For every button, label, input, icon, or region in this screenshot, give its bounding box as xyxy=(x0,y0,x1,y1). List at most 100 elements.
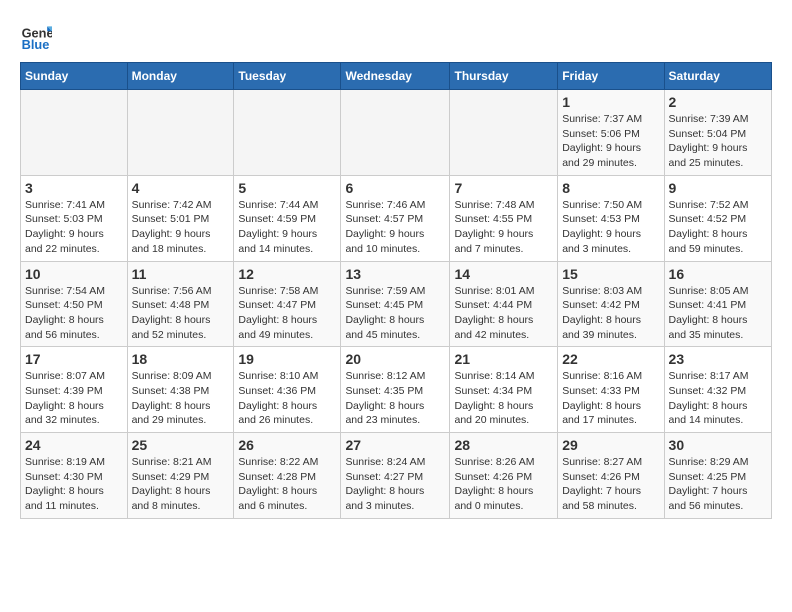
day-header-wednesday: Wednesday xyxy=(341,63,450,90)
day-number: 14 xyxy=(454,266,553,282)
day-header-monday: Monday xyxy=(127,63,234,90)
day-number: 22 xyxy=(562,351,659,367)
day-info: Sunrise: 7:44 AM Sunset: 4:59 PM Dayligh… xyxy=(238,198,336,257)
day-number: 9 xyxy=(669,180,767,196)
calendar-cell: 12 Sunrise: 7:58 AM Sunset: 4:47 PM Dayli… xyxy=(234,261,341,347)
day-number: 21 xyxy=(454,351,553,367)
day-info: Sunrise: 7:50 AM Sunset: 4:53 PM Dayligh… xyxy=(562,198,659,257)
day-header-sunday: Sunday xyxy=(21,63,128,90)
day-number: 8 xyxy=(562,180,659,196)
day-number: 11 xyxy=(132,266,230,282)
calendar-cell: 17 Sunrise: 8:07 AM Sunset: 4:39 PM Dayli… xyxy=(21,347,128,433)
day-header-thursday: Thursday xyxy=(450,63,558,90)
day-number: 29 xyxy=(562,437,659,453)
calendar-cell: 30 Sunrise: 8:29 AM Sunset: 4:25 PM Dayli… xyxy=(664,433,771,519)
day-header-tuesday: Tuesday xyxy=(234,63,341,90)
day-info: Sunrise: 7:52 AM Sunset: 4:52 PM Dayligh… xyxy=(669,198,767,257)
calendar-week-row: 10 Sunrise: 7:54 AM Sunset: 4:50 PM Dayli… xyxy=(21,261,772,347)
day-info: Sunrise: 8:29 AM Sunset: 4:25 PM Dayligh… xyxy=(669,455,767,514)
day-number: 6 xyxy=(345,180,445,196)
calendar-cell: 28 Sunrise: 8:26 AM Sunset: 4:26 PM Dayli… xyxy=(450,433,558,519)
day-info: Sunrise: 7:42 AM Sunset: 5:01 PM Dayligh… xyxy=(132,198,230,257)
day-number: 7 xyxy=(454,180,553,196)
day-number: 27 xyxy=(345,437,445,453)
day-info: Sunrise: 7:58 AM Sunset: 4:47 PM Dayligh… xyxy=(238,284,336,343)
day-number: 3 xyxy=(25,180,123,196)
day-info: Sunrise: 8:01 AM Sunset: 4:44 PM Dayligh… xyxy=(454,284,553,343)
day-info: Sunrise: 8:07 AM Sunset: 4:39 PM Dayligh… xyxy=(25,369,123,428)
day-info: Sunrise: 8:16 AM Sunset: 4:33 PM Dayligh… xyxy=(562,369,659,428)
day-info: Sunrise: 8:19 AM Sunset: 4:30 PM Dayligh… xyxy=(25,455,123,514)
logo: General Blue xyxy=(20,20,56,52)
day-info: Sunrise: 8:14 AM Sunset: 4:34 PM Dayligh… xyxy=(454,369,553,428)
day-info: Sunrise: 8:17 AM Sunset: 4:32 PM Dayligh… xyxy=(669,369,767,428)
day-info: Sunrise: 7:41 AM Sunset: 5:03 PM Dayligh… xyxy=(25,198,123,257)
calendar-cell: 15 Sunrise: 8:03 AM Sunset: 4:42 PM Dayli… xyxy=(558,261,664,347)
day-info: Sunrise: 8:27 AM Sunset: 4:26 PM Dayligh… xyxy=(562,455,659,514)
calendar-cell: 16 Sunrise: 8:05 AM Sunset: 4:41 PM Dayli… xyxy=(664,261,771,347)
day-number: 20 xyxy=(345,351,445,367)
calendar-cell: 18 Sunrise: 8:09 AM Sunset: 4:38 PM Dayli… xyxy=(127,347,234,433)
calendar-cell: 22 Sunrise: 8:16 AM Sunset: 4:33 PM Dayli… xyxy=(558,347,664,433)
day-number: 5 xyxy=(238,180,336,196)
calendar-cell: 25 Sunrise: 8:21 AM Sunset: 4:29 PM Dayli… xyxy=(127,433,234,519)
calendar-week-row: 17 Sunrise: 8:07 AM Sunset: 4:39 PM Dayli… xyxy=(21,347,772,433)
logo-icon: General Blue xyxy=(20,20,52,52)
calendar-week-row: 3 Sunrise: 7:41 AM Sunset: 5:03 PM Daylig… xyxy=(21,175,772,261)
calendar-cell xyxy=(341,90,450,176)
day-number: 2 xyxy=(669,94,767,110)
calendar-cell: 21 Sunrise: 8:14 AM Sunset: 4:34 PM Dayli… xyxy=(450,347,558,433)
day-number: 12 xyxy=(238,266,336,282)
calendar-cell: 11 Sunrise: 7:56 AM Sunset: 4:48 PM Dayli… xyxy=(127,261,234,347)
day-info: Sunrise: 7:39 AM Sunset: 5:04 PM Dayligh… xyxy=(669,112,767,171)
day-number: 30 xyxy=(669,437,767,453)
day-number: 25 xyxy=(132,437,230,453)
day-number: 1 xyxy=(562,94,659,110)
day-info: Sunrise: 8:12 AM Sunset: 4:35 PM Dayligh… xyxy=(345,369,445,428)
day-number: 23 xyxy=(669,351,767,367)
calendar-cell: 26Sunrise: 8:22 AM Sunset: 4:28 PM Dayli… xyxy=(234,433,341,519)
day-number: 10 xyxy=(25,266,123,282)
calendar-week-row: 1 Sunrise: 7:37 AM Sunset: 5:06 PM Daylig… xyxy=(21,90,772,176)
calendar-cell: 20 Sunrise: 8:12 AM Sunset: 4:35 PM Dayli… xyxy=(341,347,450,433)
day-info: Sunrise: 8:09 AM Sunset: 4:38 PM Dayligh… xyxy=(132,369,230,428)
calendar-cell: 1 Sunrise: 7:37 AM Sunset: 5:06 PM Daylig… xyxy=(558,90,664,176)
calendar-header-row: SundayMondayTuesdayWednesdayThursdayFrid… xyxy=(21,63,772,90)
calendar-cell: 27Sunrise: 8:24 AM Sunset: 4:27 PM Dayli… xyxy=(341,433,450,519)
day-number: 17 xyxy=(25,351,123,367)
day-info: Sunrise: 7:54 AM Sunset: 4:50 PM Dayligh… xyxy=(25,284,123,343)
day-info: Sunrise: 8:03 AM Sunset: 4:42 PM Dayligh… xyxy=(562,284,659,343)
day-number: 4 xyxy=(132,180,230,196)
day-header-friday: Friday xyxy=(558,63,664,90)
day-info: Sunrise: 7:56 AM Sunset: 4:48 PM Dayligh… xyxy=(132,284,230,343)
day-number: 13 xyxy=(345,266,445,282)
calendar-cell: 4 Sunrise: 7:42 AM Sunset: 5:01 PM Daylig… xyxy=(127,175,234,261)
day-info: Sunrise: 8:05 AM Sunset: 4:41 PM Dayligh… xyxy=(669,284,767,343)
day-number: 16 xyxy=(669,266,767,282)
calendar-cell: 7Sunrise: 7:48 AM Sunset: 4:55 PM Daylig… xyxy=(450,175,558,261)
day-number: 15 xyxy=(562,266,659,282)
day-info: Sunrise: 8:21 AM Sunset: 4:29 PM Dayligh… xyxy=(132,455,230,514)
day-info: Sunrise: 8:10 AM Sunset: 4:36 PM Dayligh… xyxy=(238,369,336,428)
day-header-saturday: Saturday xyxy=(664,63,771,90)
calendar-cell: 2 Sunrise: 7:39 AM Sunset: 5:04 PM Daylig… xyxy=(664,90,771,176)
calendar-cell: 9 Sunrise: 7:52 AM Sunset: 4:52 PM Daylig… xyxy=(664,175,771,261)
calendar-cell: 8 Sunrise: 7:50 AM Sunset: 4:53 PM Daylig… xyxy=(558,175,664,261)
day-info: Sunrise: 7:46 AM Sunset: 4:57 PM Dayligh… xyxy=(345,198,445,257)
day-info: Sunrise: 8:26 AM Sunset: 4:26 PM Dayligh… xyxy=(454,455,553,514)
calendar-cell: 24Sunrise: 8:19 AM Sunset: 4:30 PM Dayli… xyxy=(21,433,128,519)
calendar-table: SundayMondayTuesdayWednesdayThursdayFrid… xyxy=(20,62,772,519)
day-info: Sunrise: 7:37 AM Sunset: 5:06 PM Dayligh… xyxy=(562,112,659,171)
calendar-cell: 10 Sunrise: 7:54 AM Sunset: 4:50 PM Dayli… xyxy=(21,261,128,347)
day-number: 19 xyxy=(238,351,336,367)
calendar-cell: 29 Sunrise: 8:27 AM Sunset: 4:26 PM Dayli… xyxy=(558,433,664,519)
page-header: General Blue xyxy=(20,20,772,52)
day-info: Sunrise: 7:59 AM Sunset: 4:45 PM Dayligh… xyxy=(345,284,445,343)
calendar-week-row: 24Sunrise: 8:19 AM Sunset: 4:30 PM Dayli… xyxy=(21,433,772,519)
calendar-cell xyxy=(450,90,558,176)
calendar-cell xyxy=(234,90,341,176)
svg-text:Blue: Blue xyxy=(22,37,50,52)
day-number: 28 xyxy=(454,437,553,453)
calendar-cell: 3 Sunrise: 7:41 AM Sunset: 5:03 PM Daylig… xyxy=(21,175,128,261)
day-number: 18 xyxy=(132,351,230,367)
